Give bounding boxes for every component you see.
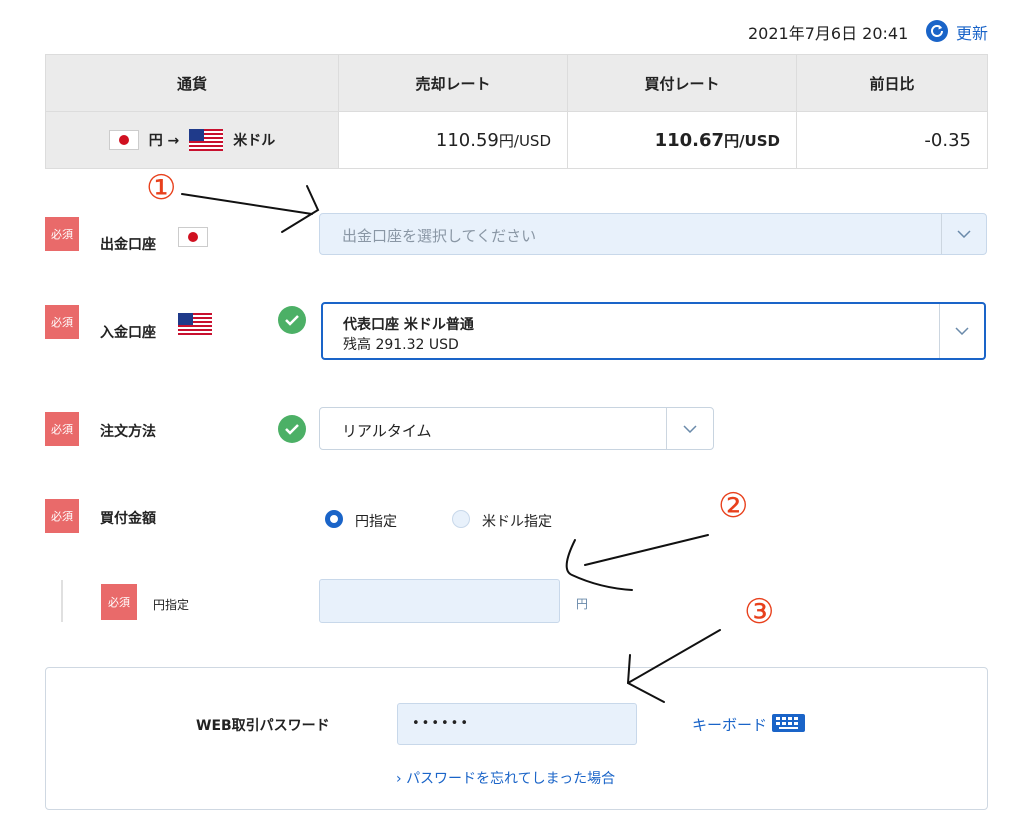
- timestamp: 2021年7月6日 20:41: [748, 24, 909, 43]
- col-sell-rate: 売却レート: [338, 54, 568, 112]
- withdraw-account-label: 出金口座: [100, 237, 156, 253]
- rate-table-header: 通貨 売却レート 買付レート 前日比: [45, 54, 988, 112]
- refresh-icon[interactable]: [926, 20, 948, 42]
- yen-amount-input[interactable]: [319, 579, 560, 623]
- sell-rate: 110.59: [435, 129, 499, 151]
- indent-divider: [61, 580, 63, 622]
- annotation-1: ①: [146, 168, 177, 208]
- keyboard-button[interactable]: キーボード: [692, 714, 767, 735]
- order-method-label: 注文方法: [100, 424, 156, 440]
- chevron-down-icon: [939, 304, 984, 358]
- us-flag-icon: [178, 313, 212, 335]
- yen-unit: 円: [576, 597, 589, 611]
- radio-yen[interactable]: [325, 510, 343, 528]
- japan-flag-icon: [108, 130, 139, 150]
- chevron-right-icon: ›: [396, 771, 402, 787]
- annotation-2: ②: [718, 486, 749, 526]
- japan-flag-icon: [178, 227, 208, 247]
- deposit-account-label: 入金口座: [100, 325, 156, 341]
- forgot-password-link[interactable]: › パスワードを忘れてしまった場合: [396, 768, 615, 788]
- pair-to: 米ドル: [233, 133, 276, 149]
- required-badge: 必須: [45, 499, 79, 533]
- buy-amount-label: 買付金額: [100, 511, 156, 527]
- deposit-account-balance: 残高 291.32 USD: [343, 337, 459, 353]
- buy-rate: 110.67: [654, 129, 725, 151]
- sell-rate-unit: 円/USD: [498, 131, 551, 150]
- order-method-value: リアルタイム: [342, 422, 432, 440]
- table-row: 円 → 米ドル 110.59円/USD 110.67円/USD -0.35: [45, 111, 988, 169]
- deposit-account-select[interactable]: 代表口座 米ドル普通 残高 291.32 USD: [321, 302, 986, 360]
- radio-yen-label[interactable]: 円指定: [355, 511, 397, 531]
- deposit-account-name: 代表口座 米ドル普通: [343, 317, 474, 333]
- radio-usd-label[interactable]: 米ドル指定: [482, 511, 552, 531]
- currency-pair-cell: 円 → 米ドル: [45, 111, 339, 169]
- arrow-1-shaft: [181, 193, 313, 215]
- withdraw-account-placeholder: 出金口座を選択してください: [342, 227, 537, 245]
- chevron-down-icon: [666, 408, 713, 449]
- col-buy-rate: 買付レート: [567, 54, 797, 112]
- check-icon: [278, 415, 306, 443]
- radio-usd[interactable]: [452, 510, 470, 528]
- sell-rate-cell: 110.59円/USD: [338, 111, 568, 169]
- password-panel: WEB取引パスワード •••••• キーボード › パスワードを忘れてしまった場…: [45, 667, 988, 810]
- col-change: 前日比: [796, 54, 988, 112]
- buy-rate-cell: 110.67円/USD: [567, 111, 797, 169]
- buy-rate-unit: 円/USD: [724, 131, 780, 150]
- rate-table: 通貨 売却レート 買付レート 前日比 円 → 米ドル 110.59円/USD 1…: [45, 54, 988, 169]
- required-badge: 必須: [45, 412, 79, 446]
- pair-from: 円 →: [148, 133, 180, 149]
- refresh-button[interactable]: 更新: [956, 20, 988, 44]
- annotation-3: ③: [744, 592, 775, 632]
- arrow-2-head: [565, 539, 633, 591]
- required-badge: 必須: [101, 584, 137, 620]
- required-badge: 必須: [45, 305, 79, 339]
- keyboard-icon[interactable]: [772, 714, 805, 732]
- us-flag-icon: [189, 129, 224, 151]
- order-method-select[interactable]: リアルタイム: [319, 407, 714, 450]
- change-cell: -0.35: [796, 111, 988, 169]
- yen-amount-label: 円指定: [153, 598, 190, 612]
- required-badge: 必須: [45, 217, 79, 251]
- password-input[interactable]: ••••••: [397, 703, 637, 745]
- arrow-1-head: [281, 185, 320, 233]
- chevron-down-icon: [941, 214, 986, 254]
- check-icon: [278, 306, 306, 334]
- arrow-2-shaft: [584, 534, 709, 566]
- col-currency: 通貨: [45, 54, 339, 112]
- withdraw-account-select[interactable]: 出金口座を選択してください: [319, 213, 987, 255]
- password-label: WEB取引パスワード: [196, 718, 330, 734]
